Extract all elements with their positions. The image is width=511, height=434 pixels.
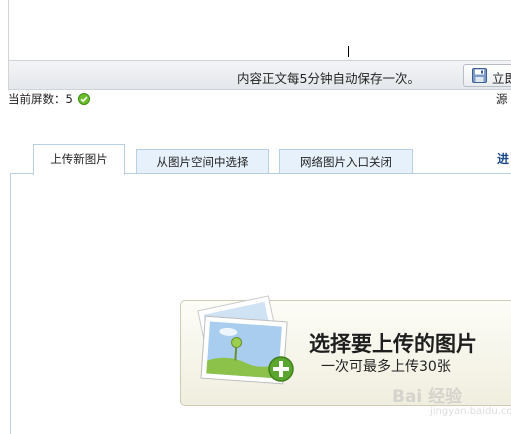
tab-network-image-closed[interactable]: 网络图片入口关闭	[279, 149, 413, 174]
tab-select-from-image-space[interactable]: 从图片空间中选择	[136, 149, 269, 174]
save-now-button[interactable]: 立即	[463, 64, 511, 87]
save-now-label: 立即	[492, 71, 511, 86]
screen-count: 当前屏数：5	[8, 91, 91, 107]
autosave-message: 内容正文每5分钟自动保存一次。	[237, 71, 420, 86]
photo-add-icon	[197, 295, 294, 385]
floppy-disk-icon	[472, 68, 487, 83]
tab-upload-new[interactable]: 上传新图片	[33, 144, 125, 175]
editor-content-area[interactable]	[8, 0, 511, 60]
screen-count-label: 当前屏数：5	[8, 92, 73, 106]
watermark-text: Bai 经验	[392, 387, 463, 407]
upload-title: 选择要上传的图片	[309, 332, 477, 356]
autosave-bar: 内容正文每5分钟自动保存一次。 立即	[8, 60, 511, 90]
upload-subtitle: 一次可最多上传30张	[321, 359, 451, 375]
watermark-sub: jingyan.baidu.com	[430, 406, 511, 417]
green-check-icon	[78, 93, 91, 105]
source-label: 源	[496, 92, 508, 106]
tab-advanced-link[interactable]: 进	[497, 150, 509, 167]
text-cursor	[348, 46, 349, 57]
